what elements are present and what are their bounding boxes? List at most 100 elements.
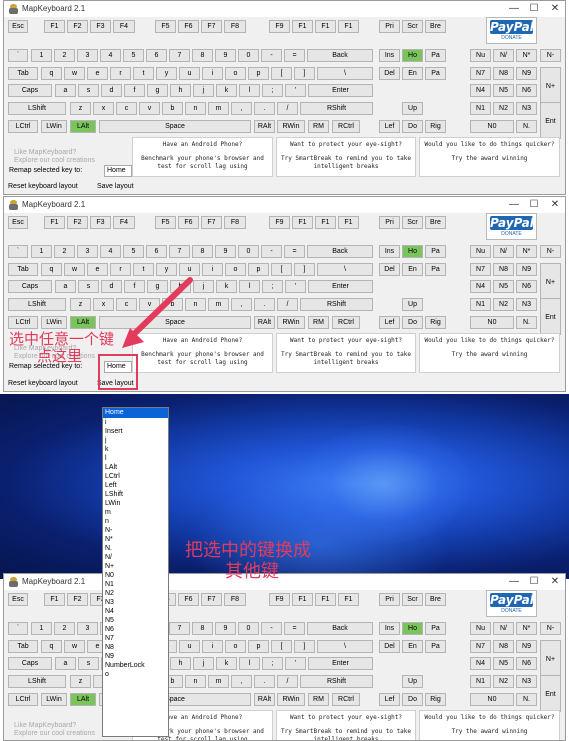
key-d4[interactable]: 4 bbox=[100, 245, 121, 258]
key-m[interactable]: m bbox=[208, 102, 229, 115]
dropdown-option[interactable]: N0 bbox=[103, 571, 168, 580]
key-scr[interactable]: Scr bbox=[402, 216, 423, 229]
key-down[interactable]: Do bbox=[402, 693, 423, 706]
key-a[interactable]: a bbox=[55, 84, 76, 97]
key-n2[interactable]: N2 bbox=[493, 675, 514, 688]
key-n2[interactable]: N2 bbox=[493, 102, 514, 115]
key-d2[interactable]: 2 bbox=[54, 245, 75, 258]
key-slash[interactable]: / bbox=[277, 675, 298, 688]
key-down[interactable]: Do bbox=[402, 120, 423, 133]
key-space[interactable]: Space bbox=[99, 120, 251, 133]
key-m[interactable]: m bbox=[208, 675, 229, 688]
key-e[interactable]: e bbox=[87, 67, 108, 80]
key-tilde[interactable]: ` bbox=[8, 245, 28, 258]
save-layout-button[interactable]: Save layout bbox=[97, 183, 134, 190]
key-n2[interactable]: N2 bbox=[493, 298, 514, 311]
key-f12[interactable]: F1 bbox=[338, 20, 359, 33]
key-q[interactable]: q bbox=[41, 67, 62, 80]
key-d[interactable]: d bbox=[101, 84, 122, 97]
key-n7[interactable]: N7 bbox=[470, 263, 491, 276]
key-rwin[interactable]: RWin bbox=[277, 120, 305, 133]
key-n0[interactable]: N0 bbox=[470, 120, 514, 133]
key-u[interactable]: u bbox=[179, 640, 200, 653]
key-brk[interactable]: Bre bbox=[425, 216, 446, 229]
key-pgdn[interactable]: Pa bbox=[425, 263, 446, 276]
key-d1[interactable]: 1 bbox=[31, 622, 52, 635]
key-f5[interactable]: F5 bbox=[155, 216, 176, 229]
key-scr[interactable]: Scr bbox=[402, 20, 423, 33]
key-nsub[interactable]: N- bbox=[540, 622, 561, 635]
key-i[interactable]: i bbox=[202, 640, 223, 653]
remap-select[interactable]: Home bbox=[104, 165, 132, 177]
key-n9[interactable]: N9 bbox=[516, 67, 537, 80]
key-n5[interactable]: N5 bbox=[493, 84, 514, 97]
key-j[interactable]: j bbox=[193, 657, 214, 670]
ad-android[interactable]: Have an Android Phone? Benchmark your ph… bbox=[132, 137, 273, 177]
key-back[interactable]: Back bbox=[307, 622, 373, 635]
key-home[interactable]: Ho bbox=[402, 49, 423, 62]
key-ndiv[interactable]: N/ bbox=[493, 245, 514, 258]
key-bsl[interactable]: \ bbox=[317, 67, 373, 80]
key-lwin[interactable]: LWin bbox=[41, 693, 67, 706]
key-z[interactable]: z bbox=[70, 102, 91, 115]
key-n3[interactable]: N3 bbox=[516, 298, 537, 311]
dropdown-option[interactable]: LShift bbox=[103, 490, 168, 499]
key-lwin[interactable]: LWin bbox=[41, 316, 67, 329]
dropdown-option[interactable]: LCtrl bbox=[103, 472, 168, 481]
key-n8[interactable]: N8 bbox=[493, 640, 514, 653]
key-rctrl[interactable]: RCtrl bbox=[332, 316, 360, 329]
key-f7[interactable]: F7 bbox=[201, 216, 222, 229]
key-lctrl[interactable]: LCtrl bbox=[8, 316, 38, 329]
dropdown-option[interactable]: LWin bbox=[103, 499, 168, 508]
key-lctrl[interactable]: LCtrl bbox=[8, 693, 38, 706]
dropdown-option[interactable]: N8 bbox=[103, 643, 168, 652]
key-p[interactable]: p bbox=[248, 640, 269, 653]
key-back[interactable]: Back bbox=[307, 245, 373, 258]
key-up[interactable]: Up bbox=[402, 298, 423, 311]
key-w[interactable]: w bbox=[64, 640, 85, 653]
key-lshift[interactable]: LShift bbox=[8, 675, 66, 688]
key-i[interactable]: i bbox=[202, 67, 223, 80]
key-ndiv[interactable]: N/ bbox=[493, 49, 514, 62]
key-rshift[interactable]: RShift bbox=[300, 298, 373, 311]
key-o[interactable]: o bbox=[225, 263, 246, 276]
key-n4[interactable]: N4 bbox=[470, 280, 491, 293]
key-d6[interactable]: 6 bbox=[146, 49, 167, 62]
key-prt[interactable]: Pri bbox=[379, 216, 400, 229]
dropdown-option[interactable]: n bbox=[103, 517, 168, 526]
key-r[interactable]: r bbox=[110, 67, 131, 80]
key-l[interactable]: l bbox=[239, 280, 260, 293]
key-f6[interactable]: F6 bbox=[178, 593, 199, 606]
key-nmul[interactable]: N* bbox=[516, 49, 537, 62]
key-right[interactable]: Rig bbox=[425, 120, 446, 133]
key-end[interactable]: En bbox=[402, 263, 423, 276]
key-e[interactable]: e bbox=[87, 263, 108, 276]
key-nadd[interactable]: N+ bbox=[540, 640, 561, 677]
ad-smartbreak[interactable]: Want to protect your eye-sight? Try Smar… bbox=[276, 333, 416, 373]
key-lbr[interactable]: [ bbox=[271, 67, 292, 80]
key-d7[interactable]: 7 bbox=[169, 245, 190, 258]
key-f4[interactable]: F4 bbox=[113, 20, 135, 33]
key-n4[interactable]: N4 bbox=[470, 657, 491, 670]
dropdown-option[interactable]: N/ bbox=[103, 553, 168, 562]
key-n3[interactable]: N3 bbox=[516, 102, 537, 115]
key-f12[interactable]: F1 bbox=[338, 593, 359, 606]
key-semi[interactable]: ; bbox=[262, 657, 283, 670]
key-w[interactable]: w bbox=[64, 263, 85, 276]
key-left[interactable]: Lef bbox=[379, 120, 400, 133]
dropdown-option[interactable]: LAlt bbox=[103, 463, 168, 472]
dropdown-option[interactable]: N. bbox=[103, 544, 168, 553]
key-f7[interactable]: F7 bbox=[201, 20, 222, 33]
key-f1[interactable]: F1 bbox=[44, 593, 65, 606]
key-d9[interactable]: 9 bbox=[215, 49, 236, 62]
key-l[interactable]: l bbox=[239, 657, 260, 670]
key-n6[interactable]: N6 bbox=[516, 280, 537, 293]
key-lwin[interactable]: LWin bbox=[41, 120, 67, 133]
key-n8[interactable]: N8 bbox=[493, 67, 514, 80]
ad-quicker[interactable]: Would you like to do things quicker? Try… bbox=[419, 333, 560, 373]
key-left[interactable]: Lef bbox=[379, 693, 400, 706]
remap-dropdown-list[interactable]: Home i Insert j k l LAlt LCtrl Left LShift LWin m n… bbox=[102, 407, 169, 737]
key-quote[interactable]: ' bbox=[285, 657, 306, 670]
key-n[interactable]: n bbox=[185, 675, 206, 688]
key-rm[interactable]: RM bbox=[308, 120, 329, 133]
